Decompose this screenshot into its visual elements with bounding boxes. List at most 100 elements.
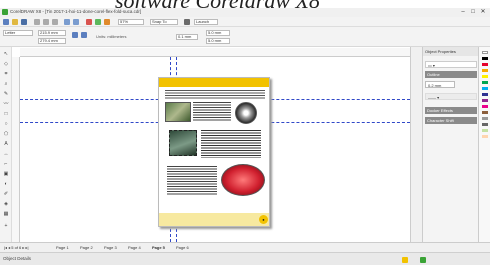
parallel-dimension-tool-icon[interactable]: ↔ [3,151,9,157]
color-swatch[interactable] [482,51,488,54]
fill-color-indicator[interactable] [402,257,408,263]
paper-size-select[interactable]: Letter [3,30,33,36]
polygon-tool-icon[interactable]: ⬠ [3,131,9,137]
toolbox: ↖ ◇ ⌗ ⌕ ✎ 〰 □ ○ ⬠ A ↔ ⌐ ▣ ◐ ✐ ◈ ▦ + [0,47,12,242]
units-label: Units: millimeters [96,34,127,39]
add-tool-icon[interactable]: + [3,223,9,229]
color-swatch[interactable] [482,69,488,72]
color-swatch[interactable] [482,111,488,114]
cut-icon[interactable] [34,19,40,25]
zoom-tool-icon[interactable]: ⌕ [3,81,9,87]
page-tab-4[interactable]: Page 4 [128,245,141,251]
color-swatch[interactable] [482,123,488,126]
ellipse-tool-icon[interactable]: ○ [3,121,9,127]
color-swatch[interactable] [482,93,488,96]
color-swatch[interactable] [482,75,488,78]
color-swatch[interactable] [482,87,488,90]
launch-select[interactable]: Launch [194,19,218,25]
drop-shadow-tool-icon[interactable]: ▣ [3,171,9,177]
minimize-button[interactable]: – [458,8,468,17]
outline-section-header[interactable]: Outline [425,71,477,78]
artistic-media-tool-icon[interactable]: 〰 [3,101,9,107]
page-tab-3[interactable]: Page 3 [104,245,117,251]
overlay-banner: software Coreldraw X8 [0,0,490,8]
page-tab-1[interactable]: Page 1 [56,245,69,251]
text-column [167,166,217,196]
open-folder-icon[interactable] [12,19,18,25]
photo-frog [169,130,197,156]
text-block [165,90,265,99]
options-gear-icon[interactable] [184,19,190,25]
undo-icon[interactable] [64,19,70,25]
page-footer-band: ● [159,213,269,226]
fill-outline-selector[interactable]: ▭ ▾ [425,61,477,68]
status-bar: Object Details [0,252,490,265]
close-button[interactable]: ✕ [478,8,488,17]
duplicate-x-input[interactable]: 5.0 mm [206,30,230,36]
property-bar: Letter 215.9 mm 279.4 mm Units: millimet… [0,27,490,47]
import-icon[interactable] [86,19,92,25]
object-properties-docker: Object Properties ▭ ▾ Outline 0.2 mm —— … [422,47,479,242]
rectangle-tool-icon[interactable]: □ [3,111,9,117]
smart-fill-tool-icon[interactable]: ▦ [3,211,9,217]
duplicate-y-input[interactable]: 5.0 mm [206,38,230,44]
page-badge: ● [259,215,268,224]
new-document-icon[interactable] [3,19,9,25]
text-tool-icon[interactable]: A [3,141,9,147]
publish-pdf-icon[interactable] [104,19,110,25]
banner-text: software Coreldraw X8 [115,0,320,8]
redo-icon[interactable] [73,19,79,25]
nudge-distance-input[interactable]: 0.1 mm [176,34,198,40]
crop-tool-icon[interactable]: ⌗ [3,71,9,77]
landscape-icon[interactable] [81,32,87,38]
docker-tab-strip[interactable] [410,47,422,242]
color-swatch[interactable] [482,117,488,120]
color-swatch[interactable] [482,135,488,138]
photo-red-cell [221,164,265,196]
transparency-tool-icon[interactable]: ◐ [3,181,9,187]
standard-toolbar: 57% Snap To Launch [0,17,490,27]
maximize-button[interactable]: □ [468,8,478,17]
outline-color-indicator[interactable] [420,257,426,263]
eyedropper-tool-icon[interactable]: ✐ [3,191,9,197]
color-swatch[interactable] [482,63,488,66]
page-height-input[interactable]: 279.4 mm [38,38,66,44]
document-page[interactable]: ● [158,77,270,227]
character-shift-header[interactable]: Character Shift [425,117,477,124]
title-bar: CorelDRAW X8 - [Tin 2017-1-hoi-11-done-c… [0,8,490,17]
photo-plants [165,102,191,122]
color-swatch[interactable] [482,105,488,108]
save-icon[interactable] [21,19,27,25]
outline-width-input[interactable]: 0.2 mm [425,81,455,88]
page-tab-6[interactable]: Page 6 [176,245,189,251]
zoom-level-select[interactable]: 57% [118,19,144,25]
portrait-icon[interactable] [72,32,78,38]
color-swatch[interactable] [482,81,488,84]
pick-tool-icon[interactable]: ↖ [3,51,9,57]
shape-tool-icon[interactable]: ◇ [3,61,9,67]
text-column [201,130,261,158]
vertical-ruler[interactable] [12,57,20,242]
line-style-select[interactable]: —— ▾ [425,93,477,100]
drawing-canvas[interactable]: ● [20,57,410,242]
snap-to-select[interactable]: Snap To [150,19,178,25]
color-swatch[interactable] [482,99,488,102]
export-icon[interactable] [95,19,101,25]
docker-title: Object Properties [423,47,479,56]
page-tab-5[interactable]: Page 5 [152,245,165,251]
status-text: Object Details [3,256,32,261]
interactive-fill-tool-icon[interactable]: ◈ [3,201,9,207]
connector-tool-icon[interactable]: ⌐ [3,161,9,167]
page-width-input[interactable]: 215.9 mm [38,30,66,36]
color-swatch[interactable] [482,57,488,60]
horizontal-ruler[interactable] [20,48,410,57]
freehand-tool-icon[interactable]: ✎ [3,91,9,97]
page-header-band [159,78,269,87]
coreldraw-app-icon [2,9,8,15]
page-nav-arrows[interactable]: |◂ ◂ 5 of 6 ▸ ▸| [4,245,29,251]
copy-icon[interactable] [43,19,49,25]
page-tab-2[interactable]: Page 2 [80,245,93,251]
paste-icon[interactable] [52,19,58,25]
docker-effects-header[interactable]: Docker Effects [425,107,477,114]
color-swatch[interactable] [482,129,488,132]
